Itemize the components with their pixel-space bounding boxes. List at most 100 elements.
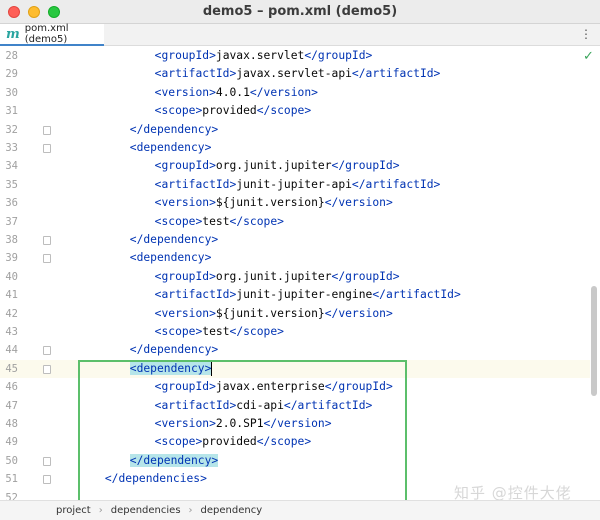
code-line[interactable]: 37 <scope>test</scope>: [0, 213, 590, 232]
xml-tag: >: [211, 122, 219, 136]
no-problems-check-icon[interactable]: ✓: [583, 49, 594, 64]
breadcrumb-separator-icon: ›: [188, 505, 193, 516]
xml-tag: >: [311, 85, 318, 99]
xml-tag: artifactId: [365, 177, 434, 191]
xml-tag: </: [324, 196, 339, 210]
xml-tag: </: [229, 325, 244, 338]
xml-tag: >: [365, 49, 373, 62]
fold-marker-icon[interactable]: [43, 346, 51, 356]
code-line[interactable]: 41 <artifactId>junit-jupiter-engine</arti…: [0, 286, 590, 305]
code-line[interactable]: 43 <scope>test</scope>: [0, 323, 590, 342]
vertical-scrollbar[interactable]: [591, 286, 597, 396]
code-line[interactable]: 36 <version>${junit.version}</version>: [0, 194, 590, 213]
xml-tag: >: [209, 417, 216, 430]
code-line[interactable]: 38 </dependency>: [0, 231, 590, 250]
code-text: <scope>provided</scope>: [155, 102, 312, 121]
xml-tag: version: [277, 417, 325, 430]
fold-marker-icon[interactable]: [43, 475, 51, 485]
code-line[interactable]: 32 </dependency>: [0, 121, 590, 140]
line-number: 41: [5, 289, 18, 302]
code-line[interactable]: 34 <groupId>org.junit.jupiter</groupId>: [0, 157, 590, 176]
xml-tag: >: [385, 196, 393, 210]
line-number: 29: [5, 68, 18, 81]
xml-tag: </: [304, 49, 318, 62]
code-line[interactable]: 39 <dependency>: [0, 249, 590, 268]
xml-tag: >: [209, 380, 216, 394]
line-number: 39: [5, 252, 18, 265]
xml-tag: </: [229, 214, 244, 228]
xml-tag: </: [351, 177, 366, 191]
xml-tag: artifactId: [161, 288, 230, 302]
code-text: <artifactId>cdi-api</artifactId>: [155, 397, 373, 416]
code-text: <version>4.0.1</version>: [155, 84, 318, 103]
text-caret: [211, 361, 213, 376]
minimize-window-button[interactable]: [28, 6, 40, 18]
fold-marker-icon[interactable]: [43, 254, 51, 264]
code-line[interactable]: 44 </dependency>: [0, 341, 590, 360]
code-text: <version>${junit.version}</version>: [155, 305, 393, 324]
line-number: 31: [5, 105, 18, 118]
code-line[interactable]: 28 <groupId>javax.servlet</groupId>: [0, 47, 590, 66]
line-number: 49: [5, 436, 18, 449]
xml-tag: scope: [270, 435, 305, 449]
code-editor[interactable]: 28 <groupId>javax.servlet</groupId> 29 <art…: [0, 46, 600, 516]
tag-value: javax.servlet: [215, 49, 305, 62]
code-line[interactable]: 45 <dependency>: [0, 359, 590, 379]
xml-tag: >: [277, 325, 284, 338]
xml-tag: </: [331, 159, 346, 173]
code-text: <version>${junit.version}</version>: [155, 194, 393, 213]
maximize-window-button[interactable]: [48, 6, 60, 18]
line-number: 32: [5, 123, 18, 136]
xml-tag: >: [209, 159, 216, 173]
xml-tag: groupId: [161, 49, 210, 62]
code-text: <dependency>: [130, 249, 212, 268]
code-text: <dependency>: [130, 139, 212, 158]
xml-tag: >: [433, 67, 441, 81]
line-number: 34: [5, 160, 18, 173]
xml-tag: >: [211, 233, 219, 246]
code-line[interactable]: 49 <scope>provided</scope>: [0, 433, 590, 452]
tag-value: javax.servlet-api: [236, 67, 352, 81]
code-line[interactable]: 47 <artifactId>cdi-api</artifactId>: [0, 397, 590, 416]
xml-tag: >: [392, 159, 400, 173]
code-line[interactable]: 46 <groupId>javax.enterprise</groupId>: [0, 378, 590, 397]
xml-tag: scope: [161, 435, 196, 449]
code-text: <scope>test</scope>: [155, 323, 284, 342]
tab-options-menu-icon[interactable]: ⋮: [580, 27, 592, 41]
code-line[interactable]: 35 <artifactId>junit-jupiter-api</artifac…: [0, 176, 590, 195]
code-line[interactable]: 29 <artifactId>javax.servlet-api</artifac…: [0, 65, 590, 84]
xml-tag: >: [304, 104, 312, 118]
fold-marker-icon[interactable]: [43, 456, 51, 466]
xml-tag: </: [324, 380, 339, 394]
breadcrumb-item-dependencies[interactable]: dependencies: [111, 505, 181, 516]
tag-value: test: [202, 214, 230, 228]
xml-tag: >: [324, 417, 332, 430]
code-line[interactable]: 30 <version>4.0.1</version>: [0, 84, 590, 103]
line-number: 30: [5, 86, 18, 99]
code-line[interactable]: 33 <dependency>: [0, 139, 590, 158]
tab-pom-xml[interactable]: m pom.xml (demo5): [0, 23, 104, 46]
tag-value: org.junit.jupiter: [215, 269, 332, 283]
code-text: <groupId>javax.enterprise</groupId>: [155, 378, 393, 397]
breadcrumb-item-project[interactable]: project: [56, 505, 91, 516]
close-window-button[interactable]: [8, 6, 20, 18]
code-text: <scope>provided</scope>: [155, 433, 312, 452]
xml-tag: </: [263, 417, 278, 430]
code-line[interactable]: 40 <groupId>org.junit.jupiter</groupId>: [0, 268, 590, 287]
xml-tag: dependency: [136, 141, 205, 154]
code-line[interactable]: 48 <version>2.0.SP1</version>: [0, 415, 590, 434]
tag-value: javax.enterprise: [215, 380, 325, 394]
code-line[interactable]: 50 </dependency>: [0, 452, 590, 471]
fold-marker-icon[interactable]: [43, 144, 51, 153]
fold-marker-icon[interactable]: [43, 125, 51, 135]
line-number: 50: [5, 454, 18, 467]
code-line[interactable]: 42 <version>${junit.version}</version>: [0, 305, 590, 324]
code-line[interactable]: 31 <scope>provided</scope>: [0, 102, 590, 121]
breadcrumb-item-dependency[interactable]: dependency: [201, 505, 263, 516]
fold-marker-icon[interactable]: [43, 364, 51, 374]
line-number: 48: [5, 418, 18, 430]
line-number: 33: [5, 142, 18, 154]
xml-tag: dependency: [143, 122, 212, 136]
xml-tag: </: [256, 435, 271, 449]
fold-marker-icon[interactable]: [43, 236, 51, 245]
